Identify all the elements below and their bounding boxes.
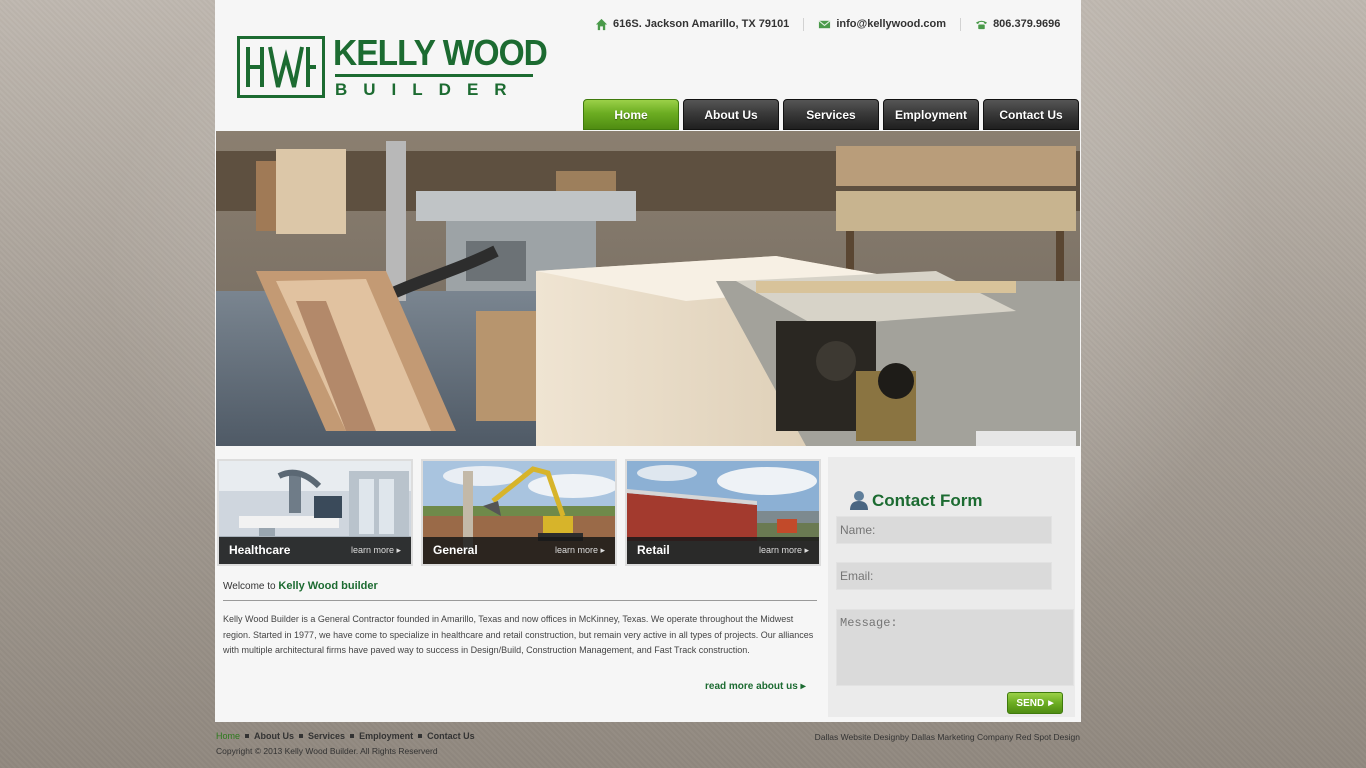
feature-general[interactable]: General learn more ▸ (421, 459, 617, 566)
logo-rule (335, 74, 533, 77)
footer-nav: Home About Us Services Employment Contac… (216, 731, 475, 741)
phone-item: 806.379.9696 (960, 17, 1074, 31)
feature-retail[interactable]: Retail learn more ▸ (625, 459, 821, 566)
copyright-text: Copyright © 2013 Kelly Wood Builder. All… (216, 746, 438, 756)
nav-about-us[interactable]: About Us (683, 99, 779, 130)
contact-bar: 616S. Jackson Amarillo, TX 79101 info@ke… (595, 16, 1074, 32)
logo-subtitle: BUILDER (335, 80, 523, 99)
envelope-icon (818, 19, 831, 28)
nav-contact-us[interactable]: Contact Us (983, 99, 1079, 130)
contact-form: Contact Form SEND ▶ (828, 457, 1075, 717)
phone-icon (975, 20, 988, 29)
welcome-prefix: Welcome to (223, 581, 279, 592)
send-label: SEND (1016, 697, 1045, 709)
email-link[interactable]: info@kellywood.com (836, 18, 946, 30)
footer-separator (245, 734, 250, 738)
learn-more-link[interactable]: learn more ▸ (351, 545, 401, 556)
feature-title: General (433, 543, 478, 557)
footer-link-home[interactable]: Home (216, 731, 240, 741)
page-container: KELLY WOOD BUILDER 616S. Jackson Amarill… (215, 0, 1081, 722)
address-text: 616S. Jackson Amarillo, TX 79101 (613, 18, 790, 30)
user-icon (850, 491, 868, 510)
divider (223, 600, 817, 601)
footer-separator (418, 734, 423, 738)
footer-link-about-us[interactable]: About Us (254, 731, 294, 741)
email-field[interactable] (836, 562, 1052, 590)
learn-more-link[interactable]: learn more ▸ (555, 545, 605, 556)
nav-services[interactable]: Services (783, 99, 879, 130)
home-icon (595, 18, 608, 30)
footer-link-employment[interactable]: Employment (359, 731, 413, 741)
designer-credit-link[interactable]: Dallas Website Designby Dallas Marketing… (815, 732, 1080, 742)
email-item[interactable]: info@kellywood.com (803, 17, 960, 31)
about-paragraph: Kelly Wood Builder is a General Contract… (223, 614, 814, 656)
footer-link-services[interactable]: Services (308, 731, 345, 741)
footer-separator (350, 734, 355, 738)
welcome-heading: Welcome to Kelly Wood builder (223, 580, 378, 592)
contact-form-title: Contact Form (872, 491, 983, 510)
hero-image (216, 131, 1080, 446)
main-nav: Home About Us Services Employment Contac… (583, 99, 1079, 130)
arrow-right-icon: ▶ (1048, 700, 1054, 707)
address-item: 616S. Jackson Amarillo, TX 79101 (595, 18, 803, 31)
learn-more-link[interactable]: learn more ▸ (759, 545, 809, 556)
nav-home[interactable]: Home (583, 99, 679, 130)
nav-employment[interactable]: Employment (883, 99, 979, 130)
read-more-link[interactable]: read more about us ▸ (705, 681, 806, 692)
kw-logo-icon (237, 36, 325, 98)
logo[interactable]: KELLY WOOD BUILDER (237, 32, 548, 100)
feature-title: Healthcare (229, 543, 291, 557)
welcome-name: Kelly Wood builder (278, 580, 378, 592)
footer-separator (299, 734, 304, 738)
logo-title: KELLY WOOD (333, 32, 548, 73)
footer-link-contact-us[interactable]: Contact Us (427, 731, 475, 741)
name-field[interactable] (836, 516, 1052, 544)
feature-healthcare[interactable]: Healthcare learn more ▸ (217, 459, 413, 566)
send-button[interactable]: SEND ▶ (1007, 692, 1063, 714)
message-field[interactable] (836, 609, 1074, 686)
feature-title: Retail (637, 543, 670, 557)
phone-text: 806.379.9696 (993, 18, 1061, 30)
